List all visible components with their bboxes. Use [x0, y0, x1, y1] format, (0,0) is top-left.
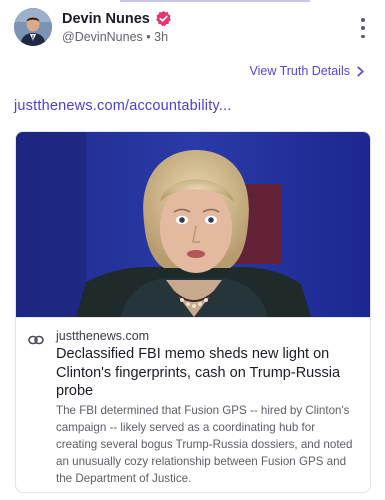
preview-photo [16, 132, 370, 317]
link-description: The FBI determined that Fusion GPS -- hi… [56, 404, 353, 485]
vertical-ellipsis-icon-dot [361, 26, 365, 30]
link-preview-body: justthenews.com Declassified FBI memo sh… [16, 317, 370, 492]
post-header: Devin Nunes @DevinNunes • 3h [0, 8, 385, 48]
author-row: Devin Nunes [62, 10, 172, 27]
avatar[interactable] [14, 8, 52, 46]
meta-separator: • [146, 30, 151, 44]
top-accent-bar [120, 0, 310, 2]
handle-row: @DevinNunes • 3h [62, 30, 168, 44]
author-handle[interactable]: @DevinNunes [62, 30, 143, 44]
post-time: 3h [154, 30, 169, 44]
post-menu-button[interactable] [359, 18, 367, 38]
author-name[interactable]: Devin Nunes [62, 11, 150, 27]
view-truth-details-link[interactable]: View Truth Details [249, 64, 365, 78]
link-preview-card[interactable]: justthenews.com Declassified FBI memo sh… [15, 131, 371, 493]
vertical-ellipsis-icon [361, 18, 365, 22]
view-truth-details-label: View Truth Details [249, 64, 350, 78]
verified-badge-icon [156, 10, 171, 27]
vertical-ellipsis-icon-dot [361, 34, 365, 38]
link-title[interactable]: Declassified FBI memo sheds new light on… [56, 345, 356, 401]
link-preview-image [16, 132, 370, 317]
post-link[interactable]: justthenews.com/accountability... [14, 98, 232, 114]
link-chain-icon [28, 335, 44, 345]
link-domain: justthenews.com [56, 329, 150, 343]
avatar-image [14, 8, 52, 46]
chevron-right-icon [357, 66, 364, 76]
